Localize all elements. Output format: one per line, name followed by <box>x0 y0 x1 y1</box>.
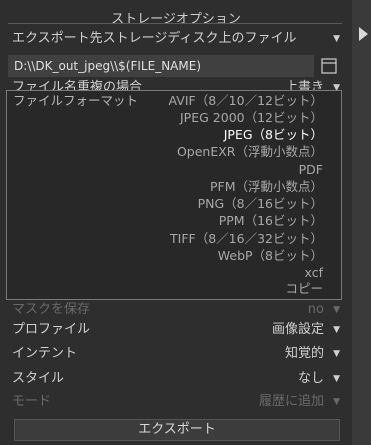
format-option[interactable]: AVIF（8／10／12ビット） <box>169 92 323 109</box>
mode-label: モード <box>12 394 52 409</box>
format-option[interactable]: PNG（8／16ビット） <box>198 195 323 212</box>
save-mask-label: マスクを保存 <box>12 302 91 317</box>
intent-select[interactable]: インテント 知覚的 ▼ <box>12 343 342 365</box>
chevron-down-icon: ▼ <box>333 325 340 335</box>
format-option[interactable]: PFM（浮動小数点） <box>210 178 323 195</box>
save-mask-value: no <box>307 302 324 317</box>
format-option-selected[interactable]: JPEG（8ビット） <box>224 126 323 143</box>
save-mask-select[interactable]: マスクを保存 no ▼ <box>12 299 342 321</box>
profile-select[interactable]: プロファイル 画像設定 ▼ <box>12 319 342 341</box>
right-panel-edge <box>352 0 371 445</box>
storage-target-label: エクスポート先ストレージディスク上のファイル <box>12 31 297 46</box>
mode-select[interactable]: モード 履歴に追加 ▼ <box>12 391 342 413</box>
file-format-label: ファイルフォーマット <box>13 93 139 108</box>
chevron-down-icon: ▼ <box>333 305 340 315</box>
section-divider <box>8 23 342 24</box>
chevron-down-icon: ▼ <box>333 374 340 384</box>
style-label: スタイル <box>12 371 65 386</box>
mode-value: 履歴に追加 <box>258 394 324 409</box>
chevron-down-icon: ▼ <box>333 397 340 407</box>
profile-value: 画像設定 <box>271 322 324 337</box>
storage-target-select[interactable]: エクスポート先ストレージディスク上のファイル ▼ <box>12 28 342 50</box>
profile-label: プロファイル <box>12 322 91 337</box>
format-option[interactable]: OpenEXR（浮動小数点） <box>177 143 323 160</box>
expand-panel-icon[interactable] <box>359 27 368 41</box>
export-path-input[interactable]: D:\\DK_out_jpeg\\$(FILE_NAME) <box>8 55 314 77</box>
format-option[interactable]: JPEG 2000（12ビット） <box>180 109 323 126</box>
style-value: なし <box>297 371 324 386</box>
intent-label: インテント <box>12 346 78 361</box>
folder-icon[interactable] <box>320 57 338 75</box>
format-option[interactable]: WebP（8ビット） <box>218 247 323 264</box>
intent-value: 知覚的 <box>284 346 324 361</box>
file-format-dropdown[interactable]: ファイルフォーマット AVIF（8／10／12ビット） JPEG 2000（12… <box>6 90 342 300</box>
style-select[interactable]: スタイル なし ▼ <box>12 368 342 390</box>
format-option[interactable]: PDF <box>299 161 323 178</box>
chevron-down-icon: ▼ <box>333 34 340 44</box>
chevron-down-icon: ▼ <box>333 349 340 359</box>
format-option[interactable]: コピー <box>285 280 323 297</box>
format-option[interactable]: TIFF（8／16／32ビット） <box>170 230 323 247</box>
section-title: ストレージオプション <box>111 12 241 27</box>
format-option[interactable]: PPM（16ビット） <box>219 212 323 229</box>
format-option[interactable]: xcf <box>305 264 323 281</box>
export-panel: ストレージオプション エクスポート先ストレージディスク上のファイル ▼ D:\\… <box>0 0 352 445</box>
export-button[interactable]: エクスポート <box>14 419 340 441</box>
export-path-text: D:\\DK_out_jpeg\\$(FILE_NAME) <box>14 59 201 73</box>
